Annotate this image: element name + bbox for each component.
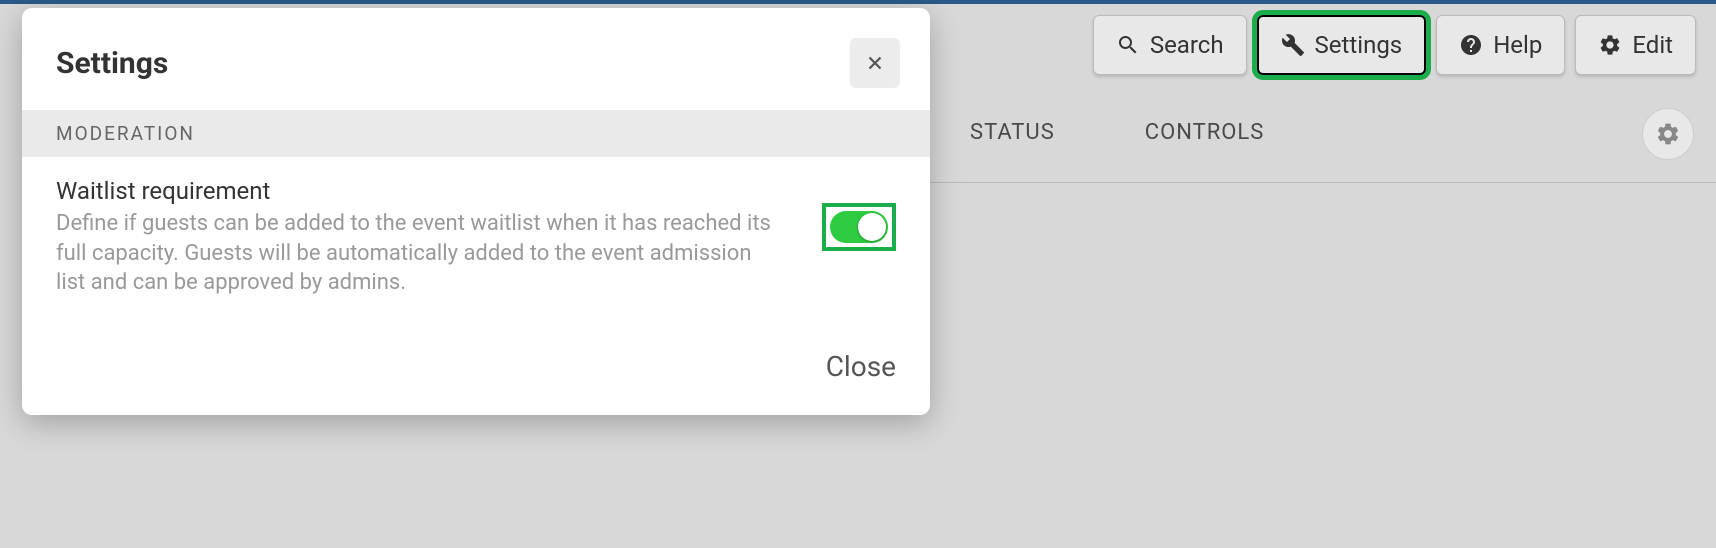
wrench-icon: [1281, 33, 1305, 57]
help-icon: [1459, 33, 1483, 57]
gear-icon: [1598, 33, 1622, 57]
toggle-knob: [858, 213, 886, 241]
gear-icon: [1655, 121, 1681, 147]
close-icon: [864, 52, 886, 74]
toolbar: Search Settings Help Edit: [1093, 15, 1696, 75]
edit-label: Edit: [1632, 31, 1673, 59]
toggle-highlight: [822, 203, 896, 251]
settings-label: Settings: [1315, 31, 1403, 59]
moderation-section-header: MODERATION: [22, 110, 930, 157]
edit-button[interactable]: Edit: [1575, 15, 1696, 75]
waitlist-toggle[interactable]: [830, 211, 888, 243]
column-settings-button[interactable]: [1642, 108, 1694, 160]
modal-title: Settings: [56, 46, 168, 81]
settings-modal: Settings MODERATION Waitlist requirement…: [22, 8, 930, 415]
modal-header: Settings: [22, 8, 930, 110]
setting-title: Waitlist requirement: [56, 177, 776, 205]
column-headers: STATUS CONTROLS: [970, 120, 1264, 145]
modal-footer: Close: [22, 336, 930, 415]
setting-description: Define if guests can be added to the eve…: [56, 209, 776, 298]
help-button[interactable]: Help: [1436, 15, 1565, 75]
search-button[interactable]: Search: [1093, 15, 1247, 75]
help-label: Help: [1493, 31, 1542, 59]
settings-button[interactable]: Settings: [1257, 15, 1427, 75]
controls-column-header: CONTROLS: [1145, 120, 1265, 145]
close-link[interactable]: Close: [826, 350, 896, 383]
status-column-header: STATUS: [970, 120, 1055, 145]
top-border: [0, 0, 1716, 4]
close-button[interactable]: [850, 38, 900, 88]
search-icon: [1116, 33, 1140, 57]
setting-text: Waitlist requirement Define if guests ca…: [56, 177, 776, 298]
waitlist-setting-row: Waitlist requirement Define if guests ca…: [22, 157, 930, 336]
search-label: Search: [1150, 31, 1224, 59]
header-divider: [930, 182, 1716, 183]
